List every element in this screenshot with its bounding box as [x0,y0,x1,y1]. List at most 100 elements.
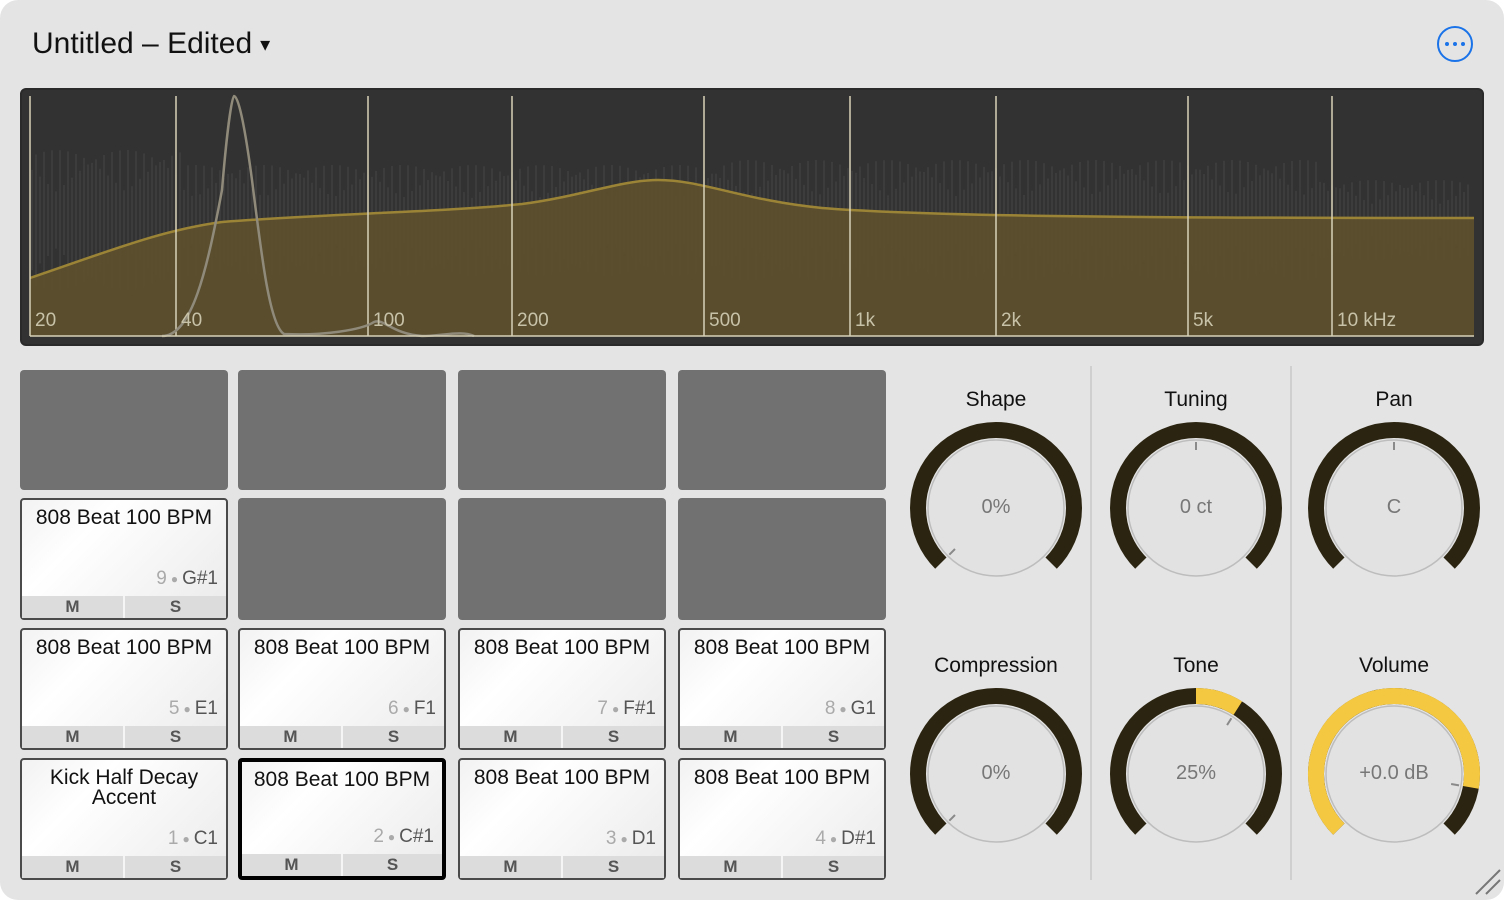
pad-number: 7 [597,698,608,719]
mute-solo-bar: MS [240,726,444,748]
pad-number: 6 [387,698,399,719]
empty-pad[interactable] [458,370,666,490]
separator-dot-icon: ● [612,701,620,716]
ellipsis-icon [1445,42,1449,46]
freq-label: 500 [709,310,741,331]
pad-number: 5 [168,698,180,719]
pad-number: 2 [373,826,384,847]
empty-pad[interactable] [678,498,886,620]
solo-button[interactable]: S [783,726,884,748]
spectrum-display: 20 40 100 200 500 1k 2k 5k 10 kHz [20,88,1484,346]
document-title-menu[interactable]: Untitled – Edited ▾ [32,26,270,62]
pad-note-label: 8 ● G1 [825,698,876,720]
freq-label: 10 kHz [1337,310,1397,331]
freq-label: 20 [35,310,57,331]
solo-button[interactable]: S [125,596,226,618]
pad-number: 8 [824,698,836,719]
sample-pad[interactable]: 808 Beat 100 BPM 5 ● E1 M S [20,628,228,750]
mute-solo-bar: MS [22,856,226,878]
knob-label: Volume [1358,654,1430,677]
freq-label: 5k [1193,310,1214,331]
mute-button[interactable]: M [680,726,783,748]
pad-sample-name: 808 Beat 100 BPM [473,636,651,659]
pad-note-label: 9 ● G#1 [156,568,218,590]
mute-button[interactable]: M [460,726,563,748]
separator-dot-icon: ● [170,571,179,586]
mute-solo-bar: MS [460,856,664,878]
pad-note-label: 6 ● F1 [388,698,436,720]
solo-button[interactable]: S [343,726,444,748]
mute-solo-bar: MS [680,856,884,878]
empty-pad[interactable] [678,370,886,490]
empty-pad[interactable] [20,370,228,490]
solo-button[interactable]: S [563,856,664,878]
mute-button[interactable]: M [460,856,563,878]
knob-value: +0.0 dB [1359,762,1429,784]
separator-dot-icon: ● [620,831,628,846]
more-options-button[interactable] [1437,26,1473,62]
sample-pad[interactable]: 808 Beat 100 BPM 7 ● F#1 M S [458,628,666,750]
mute-solo-bar: MS [22,596,226,618]
mute-solo-bar: MS [242,854,442,876]
pad-note-name: F#1 [623,698,656,719]
sample-pad[interactable]: 808 Beat 100 BPM 8 ● G1 M S [678,628,886,750]
pad-note-label: 2 ● C#1 [373,826,434,848]
pad-sample-name: 808 Beat 100 BPM [473,766,651,789]
sample-pad[interactable]: 808 Beat 100 BPM 9 ● G#1 M S [20,498,228,620]
knob-label: Compression [934,654,1058,677]
freq-label: 2k [1001,310,1022,331]
chevron-down-icon: ▾ [260,33,271,56]
mute-solo-bar: MS [460,726,664,748]
pad-note-label: 1 ● C1 [168,828,218,850]
sample-pad[interactable]: 808 Beat 100 BPM 2 ● C#1 M S [238,758,446,880]
knob-value: C [1386,496,1402,518]
sample-pad[interactable]: 808 Beat 100 BPM 4 ● D#1 M S [678,758,886,880]
freq-label: 100 [373,310,405,331]
separator-dot-icon: ● [402,701,410,716]
pad-note-name: C#1 [399,826,434,847]
mute-button[interactable]: M [242,854,343,876]
pad-note-name: F1 [413,698,436,719]
separator-dot-icon: ● [839,701,847,716]
knob-column-divider [1090,366,1092,880]
solo-button[interactable]: S [563,726,664,748]
pad-note-name: D1 [631,828,656,849]
solo-button[interactable]: S [125,726,226,748]
solo-button[interactable]: S [343,854,442,876]
empty-pad[interactable] [238,370,446,490]
knob-value: 25% [1175,762,1217,784]
pad-sample-name: 808 Beat 100 BPM [35,636,213,659]
solo-button[interactable]: S [783,856,884,878]
pad-note-name: G1 [850,698,876,719]
mute-button[interactable]: M [240,726,343,748]
pad-note-label: 3 ● D1 [606,828,656,850]
sample-pad[interactable]: Kick Half Decay Accent 1 ● C1 M S [20,758,228,880]
mute-button[interactable]: M [22,596,125,618]
separator-dot-icon: ● [182,831,190,846]
pad-note-name: C1 [193,828,218,849]
empty-pad[interactable] [458,498,666,620]
solo-button[interactable]: S [125,856,226,878]
app-window: Untitled – Edited ▾ 20 40 100 200 500 1k 2k 5k 1… [0,0,1504,900]
freq-label: 40 [181,310,203,331]
sample-pad[interactable]: 808 Beat 100 BPM 6 ● F1 M S [238,628,446,750]
mute-button[interactable]: M [22,726,125,748]
knob-label: Tone [1173,654,1219,677]
pad-sample-name: 808 Beat 100 BPM [253,636,431,659]
separator-dot-icon: ● [829,831,838,846]
mute-button[interactable]: M [22,856,125,878]
pad-note-name: E1 [194,698,218,719]
pad-number: 9 [156,568,167,589]
resize-grip-icon[interactable] [1472,866,1502,896]
pad-note-name: G#1 [182,568,218,589]
mute-button[interactable]: M [680,856,783,878]
empty-pad[interactable] [238,498,446,620]
pad-sample-name: 808 Beat 100 BPM [253,768,431,791]
knob-value: 0% [981,496,1011,518]
separator-dot-icon: ● [183,701,191,716]
knob-column-divider [1290,366,1292,880]
pad-note-label: 4 ● D#1 [815,828,876,850]
pad-sample-name: Kick Half Decay Accent [49,766,199,809]
pad-sample-name: 808 Beat 100 BPM [35,506,213,529]
sample-pad[interactable]: 808 Beat 100 BPM 3 ● D1 M S [458,758,666,880]
